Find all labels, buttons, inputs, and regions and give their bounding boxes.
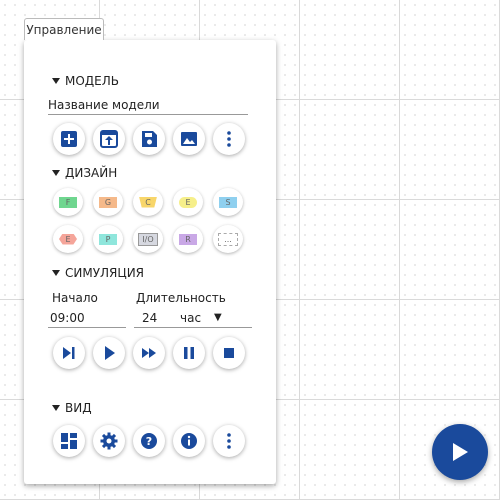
duration-label: Длительность [136,291,226,305]
simulation-header-label: СИМУЛЯЦИЯ [65,266,145,280]
stop-icon [224,348,234,358]
export-image-button[interactable] [173,123,205,155]
model-section-header[interactable]: МОДЕЛЬ [52,74,119,88]
shape-gateway-button[interactable]: G [93,188,123,216]
shape-function-button[interactable]: F [53,188,83,216]
run-simulation-fab[interactable] [432,424,488,480]
pause-button[interactable] [173,337,205,369]
chevron-down-icon: ▼ [214,312,222,323]
collapse-triangle-icon [52,78,60,84]
shape-label: R [179,233,197,245]
duration-unit-select[interactable]: час ▼ [176,309,252,328]
layout-button[interactable] [53,425,85,457]
shape-label: G [99,196,117,208]
design-header-label: ДИЗАЙН [65,166,118,180]
shape-input-output-button[interactable]: I/O [133,225,163,253]
save-model-button[interactable] [133,123,165,155]
dashboard-icon [61,433,77,449]
settings-icon [100,432,118,450]
shape-label: E [179,196,197,208]
fast-forward-button[interactable] [133,337,165,369]
play-button[interactable] [93,337,125,369]
collapse-triangle-icon [52,170,60,176]
shape-label: E [59,233,77,245]
start-label: Начало [52,291,98,305]
pause-icon [184,347,194,359]
shape-resource-button[interactable]: R [173,225,203,253]
play-icon [105,346,115,360]
shape-event-button[interactable]: E [173,188,203,216]
shape-service-button[interactable]: S [213,188,243,216]
image-icon [181,132,197,146]
shape-label: I/O [138,232,158,246]
shape-process-button[interactable]: P [93,225,123,253]
collapse-triangle-icon [52,270,60,276]
shape-label: ... [218,232,238,246]
more-vert-icon [227,433,231,449]
save-icon [142,131,157,147]
open-model-button[interactable] [93,123,125,155]
settings-button[interactable] [93,425,125,457]
help-button[interactable]: ? [133,425,165,457]
view-section-header[interactable]: ВИД [52,401,92,415]
duration-input[interactable]: 24 [134,309,182,328]
model-name-input[interactable]: Название модели [48,96,248,115]
shape-label: S [219,196,237,208]
step-icon [63,347,75,359]
shape-label: P [99,233,117,245]
stop-button[interactable] [213,337,245,369]
collapse-triangle-icon [52,405,60,411]
design-section-header[interactable]: ДИЗАЙН [52,166,117,180]
step-button[interactable] [53,337,85,369]
simulation-section-header[interactable]: СИМУЛЯЦИЯ [52,266,144,280]
play-icon [453,443,468,461]
model-header-label: МОДЕЛЬ [65,74,120,88]
start-time-input[interactable]: 09:00 [48,309,126,328]
svg-text:?: ? [146,435,152,448]
view-header-label: ВИД [65,401,92,415]
control-tab[interactable]: Управление [24,18,104,40]
shape-more-button[interactable]: ... [213,225,243,253]
upload-icon [100,130,118,148]
add-icon [61,131,77,147]
model-more-button[interactable] [213,123,245,155]
duration-unit-value: час [180,311,202,325]
more-vert-icon [227,131,231,147]
help-icon: ? [141,433,157,449]
shape-label: C [139,196,157,208]
view-more-button[interactable] [213,425,245,457]
add-model-button[interactable] [53,123,85,155]
fast-forward-icon [142,348,156,358]
info-icon [181,433,197,449]
shape-label: F [59,196,77,208]
shape-condition-button[interactable]: C [133,188,163,216]
info-button[interactable] [173,425,205,457]
shape-end-event-button[interactable]: E [53,225,83,253]
